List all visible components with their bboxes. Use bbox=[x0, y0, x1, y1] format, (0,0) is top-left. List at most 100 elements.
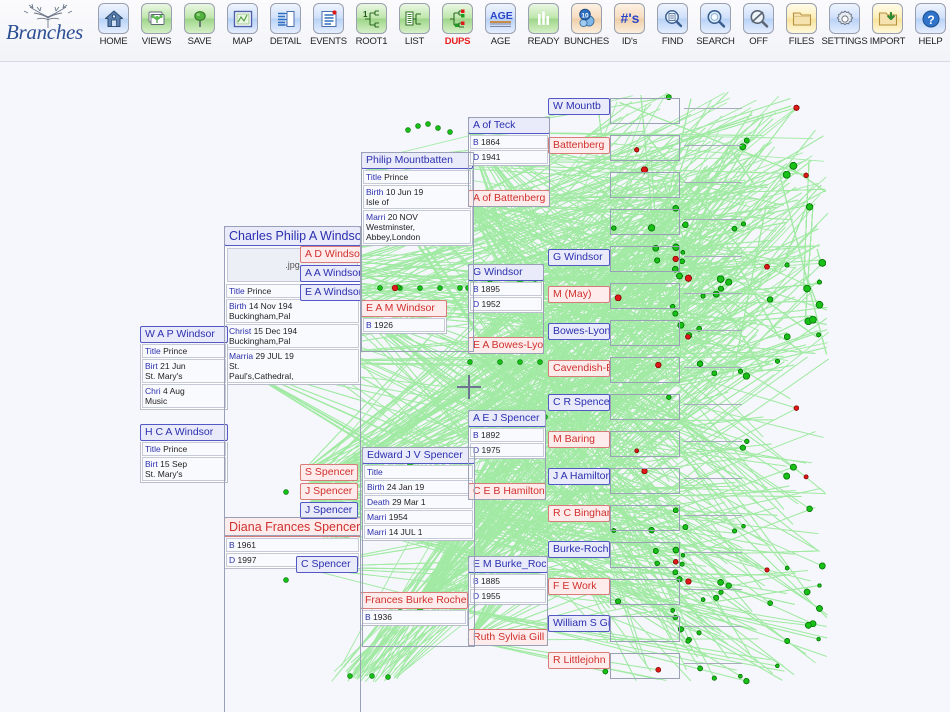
person-name[interactable]: W Mountb bbox=[548, 98, 610, 115]
person-card[interactable]: Bowes-Lyon bbox=[548, 323, 610, 340]
person-card[interactable]: H C A Windsor Title Prince Birt 15 Sep St.… bbox=[140, 424, 228, 483]
person-name[interactable]: William S Gill bbox=[548, 615, 610, 632]
toolbar-button-bunches[interactable]: 10 BUNCHES bbox=[563, 0, 610, 58]
toolbar-button-settings[interactable]: SETTINGS bbox=[822, 0, 868, 58]
person-field-key: Birt bbox=[145, 459, 158, 469]
ready-bars-icon bbox=[528, 3, 559, 34]
person-name[interactable]: Bowes-Lyon bbox=[548, 323, 610, 340]
toolbar-button-dups[interactable]: DUPS bbox=[436, 0, 479, 58]
person-name[interactable]: G Windsor bbox=[548, 249, 610, 266]
toolbar-button-off[interactable]: OFF bbox=[737, 0, 780, 58]
family-shell bbox=[362, 447, 475, 647]
person-card[interactable]: W A P Windsor Title Prince Birt 21 Jun St.… bbox=[140, 326, 228, 410]
toolbar-button-label: FILES bbox=[788, 36, 815, 47]
person-field: Birt 21 Jun St. Mary's bbox=[142, 359, 226, 383]
person-field: Chri 4 Aug Music bbox=[142, 384, 226, 408]
toolbar-button-age[interactable]: AGE AGE bbox=[479, 0, 522, 58]
ancestor-block bbox=[610, 653, 680, 679]
list-tree-icon bbox=[399, 3, 430, 34]
ancestor-block bbox=[610, 98, 680, 124]
brand-wordmark: Branches bbox=[6, 20, 83, 44]
ancestor-rail bbox=[684, 663, 742, 664]
help-icon: ? bbox=[915, 3, 946, 34]
ancestor-block bbox=[610, 172, 680, 198]
folder-icon bbox=[786, 3, 817, 34]
person-card[interactable]: M (May) bbox=[548, 286, 610, 303]
toolbar-button-detail[interactable]: DETAIL bbox=[264, 0, 307, 58]
ancestor-rail bbox=[684, 182, 742, 183]
person-card[interactable]: M Baring bbox=[548, 431, 610, 448]
toolbar-button-label: HOME bbox=[99, 36, 128, 47]
gear-icon bbox=[829, 3, 860, 34]
person-name[interactable]: Battenberg bbox=[548, 137, 610, 154]
ancestor-block bbox=[610, 394, 680, 420]
toolbar-button-views[interactable]: VIEWS bbox=[135, 0, 178, 58]
person-card[interactable]: Battenberg bbox=[548, 137, 610, 154]
detail-icon bbox=[270, 3, 301, 34]
toolbar-button-root1[interactable]: 1 ROOT1 bbox=[350, 0, 393, 58]
person-field-value: Prince bbox=[163, 444, 188, 454]
person-card[interactable]: F E Work bbox=[548, 578, 610, 595]
person-card[interactable]: G Windsor bbox=[548, 249, 610, 266]
family-shell bbox=[468, 117, 550, 207]
person-name[interactable]: Burke-Roche bbox=[548, 541, 610, 558]
ancestor-rail bbox=[684, 293, 742, 294]
person-name[interactable]: M Baring bbox=[548, 431, 610, 448]
ancestor-block bbox=[610, 542, 680, 568]
toolbar-button-search[interactable]: SEARCH bbox=[694, 0, 737, 58]
family-shell bbox=[224, 226, 361, 536]
toolbar-button-import[interactable]: IMPORT bbox=[866, 0, 909, 58]
family-shell bbox=[468, 264, 544, 354]
views-icon bbox=[141, 3, 172, 34]
toolbar-buttons: HOME VIEWS SAVE MAP DETAIL EVENTS 1 ROOT1 LIST DU… bbox=[92, 0, 950, 58]
person-card[interactable]: Cavendish-B bbox=[548, 360, 610, 377]
search-icon bbox=[700, 3, 731, 34]
person-name[interactable]: H C A Windsor bbox=[140, 424, 228, 441]
ancestor-rail bbox=[684, 367, 742, 368]
toolbar-button-list[interactable]: LIST bbox=[393, 0, 436, 58]
ancestor-block bbox=[610, 431, 680, 457]
toolbar-button-files[interactable]: FILES bbox=[780, 0, 823, 58]
person-card[interactable]: R Littlejohn bbox=[548, 652, 610, 669]
person-name[interactable]: F E Work bbox=[548, 578, 610, 595]
person-field-key: Title bbox=[145, 444, 161, 454]
person-name[interactable]: C R Spencer bbox=[548, 394, 610, 411]
app-logo: Branches bbox=[4, 0, 92, 58]
person-card[interactable]: J A Hamilton bbox=[548, 468, 610, 485]
toolbar-button-events[interactable]: EVENTS bbox=[307, 0, 350, 58]
family-shell bbox=[361, 152, 474, 352]
toolbar-button-help[interactable]: ? HELP bbox=[909, 0, 950, 58]
save-pin-icon bbox=[184, 3, 215, 34]
ancestor-block bbox=[610, 320, 680, 346]
svg-text:?: ? bbox=[927, 13, 934, 27]
toolbar-button-label: SEARCH bbox=[696, 36, 735, 47]
toolbar-button-label: BUNCHES bbox=[563, 36, 610, 47]
person-name[interactable]: W A P Windsor bbox=[140, 326, 228, 343]
toolbar-button-find[interactable]: FIND bbox=[651, 0, 694, 58]
toolbar-button-home[interactable]: HOME bbox=[92, 0, 135, 58]
toolbar-button-label: VIEWS bbox=[141, 36, 172, 47]
person-card[interactable]: Burke-Roche bbox=[548, 541, 610, 558]
person-field-key: Birt bbox=[145, 361, 158, 371]
home-icon bbox=[98, 3, 129, 34]
toolbar-button-save[interactable]: SAVE bbox=[178, 0, 221, 58]
person-card[interactable]: William S Gill bbox=[548, 615, 610, 632]
person-cards-layer: Charles Philip A Windsor .jpg Title Prince… bbox=[0, 62, 950, 712]
person-card[interactable]: R C Bingham bbox=[548, 505, 610, 522]
pedigree-canvas[interactable]: Charles Philip A Windsor .jpg Title Prince… bbox=[0, 62, 950, 712]
ids-hash-icon: #'s bbox=[614, 3, 645, 34]
person-name[interactable]: M (May) bbox=[548, 286, 610, 303]
toolbar-button-id-s[interactable]: #'s ID's bbox=[608, 0, 651, 58]
person-name[interactable]: R Littlejohn bbox=[548, 652, 610, 669]
toolbar-button-ready[interactable]: READY bbox=[522, 0, 565, 58]
person-name[interactable]: R C Bingham bbox=[548, 505, 610, 522]
person-card[interactable]: W Mountb bbox=[548, 98, 610, 115]
svg-text:AGE: AGE bbox=[490, 10, 513, 22]
ancestor-block bbox=[610, 283, 680, 309]
person-card[interactable]: C R Spencer bbox=[548, 394, 610, 411]
toolbar-button-map[interactable]: MAP bbox=[221, 0, 264, 58]
person-name[interactable]: J A Hamilton bbox=[548, 468, 610, 485]
ancestor-rail bbox=[684, 589, 742, 590]
person-name[interactable]: Cavendish-B bbox=[548, 360, 610, 377]
ancestor-block bbox=[610, 135, 680, 161]
